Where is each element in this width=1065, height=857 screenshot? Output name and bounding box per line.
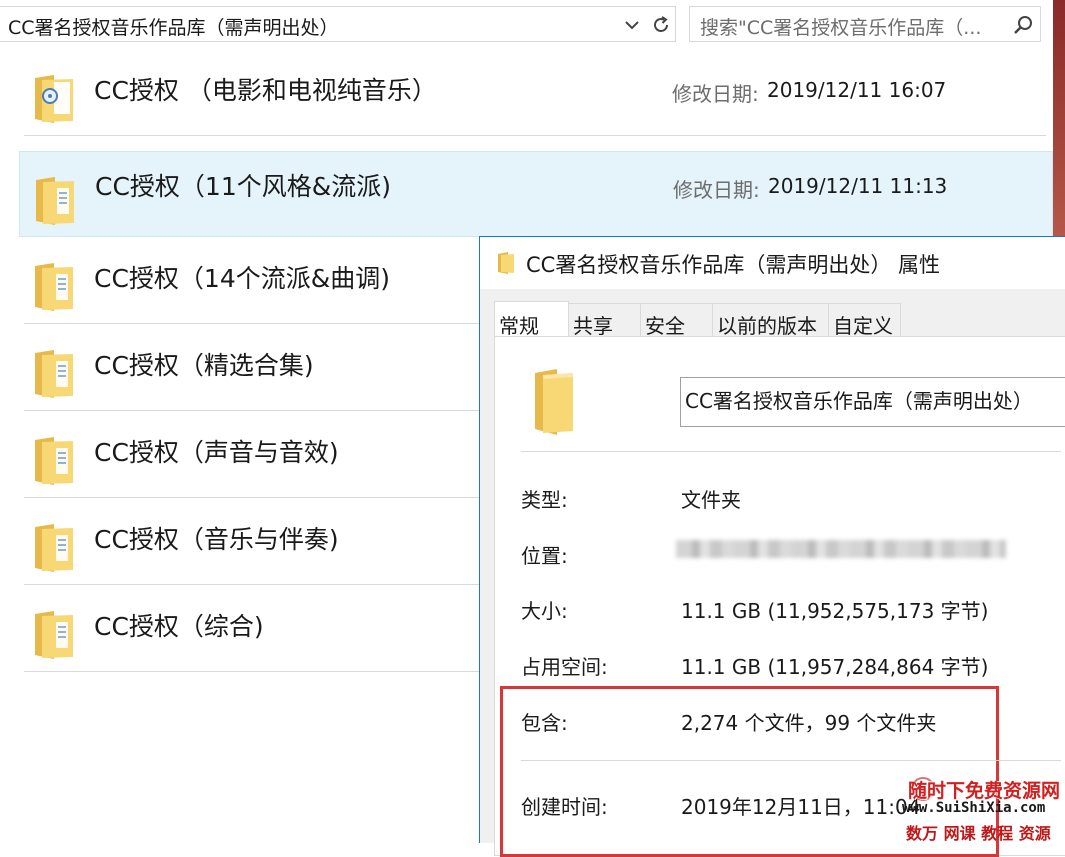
folder-icon — [32, 610, 76, 660]
tab-customize[interactable]: 自定义 — [828, 303, 901, 338]
search-icon[interactable] — [1012, 14, 1034, 36]
location-label: 位置: — [521, 544, 568, 568]
site-watermark: 随时下免费资源网 www.SuiShiXia.com 数万 网课 教程 资源 — [900, 774, 1065, 843]
modified-value: 2019/12/11 11:13 — [768, 174, 948, 198]
contains-label: 包含: — [521, 711, 568, 735]
address-bar[interactable]: CC署名授权音乐作品库（需声明出处） — [0, 6, 676, 42]
watermark-tagline: 数万 网课 教程 资源 — [906, 824, 1051, 843]
created-value: 2019年12月11日，11:04 — [681, 795, 921, 819]
folder-icon — [32, 523, 76, 573]
disk-size-value: 11.1 GB (11,957,284,864 字节) — [681, 655, 989, 679]
tab-previous-versions[interactable]: 以前的版本 — [712, 303, 829, 338]
divider — [521, 760, 1061, 761]
dialog-title: CC署名授权音乐作品库（需声明出处） 属性 — [526, 253, 940, 277]
size-value: 11.1 GB (11,952,575,173 字节) — [681, 599, 989, 623]
type-label: 类型: — [521, 488, 568, 512]
created-label: 创建时间: — [521, 795, 608, 819]
modified-value: 2019/12/11 16:07 — [767, 78, 947, 102]
folder-with-disc-icon — [32, 74, 76, 124]
type-value: 文件夹 — [681, 488, 741, 512]
location-value-blurred — [676, 540, 1006, 558]
file-row[interactable]: CC授权 （电影和电视纯音乐） 修改日期: 2019/12/11 16:07 — [24, 50, 1046, 136]
file-name: CC授权 （电影和电视纯音乐） — [94, 76, 437, 105]
contains-value: 2,274 个文件，99 个文件夹 — [681, 711, 937, 735]
folder-name-field[interactable]: CC署名授权音乐作品库（需声明出处） — [680, 377, 1065, 427]
tab-general[interactable]: 常规 — [494, 301, 569, 338]
modified-label: 修改日期: — [673, 178, 760, 202]
tab-security[interactable]: 安全 — [640, 303, 713, 338]
address-path: CC署名授权音乐作品库（需声明出处） — [8, 17, 339, 39]
file-name: CC授权（精选合集) — [94, 351, 314, 380]
chevron-down-icon[interactable] — [622, 15, 642, 35]
refresh-icon[interactable] — [650, 14, 672, 36]
search-placeholder: 搜索"CC署名授权音乐作品库（... — [700, 17, 982, 39]
dialog-title-bar[interactable]: CC署名授权音乐作品库（需声明出处） 属性 — [480, 237, 1065, 289]
folder-name-value: CC署名授权音乐作品库（需声明出处） — [685, 389, 1033, 413]
folder-icon — [32, 436, 76, 486]
properties-dialog: CC署名授权音乐作品库（需声明出处） 属性 常规 共享 安全 以前的版本 自定义… — [479, 236, 1065, 857]
search-input[interactable]: 搜索"CC署名授权音乐作品库（... — [689, 6, 1041, 42]
divider — [521, 451, 1061, 452]
disk-size-label: 占用空间: — [521, 655, 608, 679]
folder-icon — [33, 176, 77, 226]
modified-label: 修改日期: — [672, 82, 759, 106]
file-row[interactable]: CC授权（11个风格&流派) 修改日期: 2019/12/11 11:13 — [19, 151, 1053, 237]
folder-icon — [498, 252, 514, 274]
watermark-url: www.SuiShiXia.com — [902, 800, 1046, 816]
file-name: CC授权（14个流派&曲调) — [94, 264, 390, 293]
file-name: CC授权（综合) — [94, 612, 264, 641]
row-divider — [24, 135, 1046, 136]
tab-sharing[interactable]: 共享 — [568, 303, 641, 338]
folder-icon — [535, 369, 573, 435]
folder-icon — [32, 349, 76, 399]
file-name: CC授权（音乐与伴奏) — [94, 525, 339, 554]
size-label: 大小: — [521, 599, 568, 623]
folder-icon — [32, 262, 76, 312]
watermark-title: 随时下免费资源网 — [908, 780, 1061, 802]
file-name: CC授权（11个风格&流派) — [95, 172, 391, 201]
file-name: CC授权（声音与音效) — [94, 438, 339, 467]
